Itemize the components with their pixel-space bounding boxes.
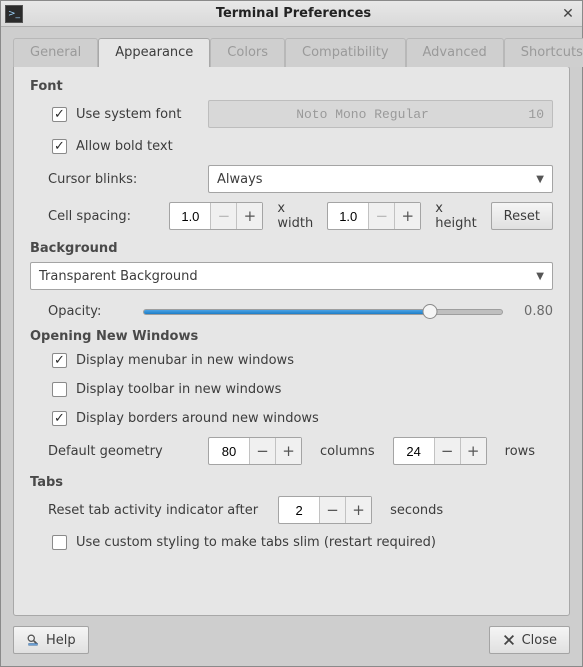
reset-activity-input[interactable] — [279, 497, 319, 523]
background-heading: Background — [30, 241, 553, 256]
reset-label: Reset — [504, 209, 540, 224]
cell-spacing-reset-button[interactable]: Reset — [491, 202, 553, 230]
seconds-label: seconds — [390, 503, 443, 518]
tabs-section: Reset tab activity indicator after − + s… — [30, 496, 553, 553]
display-toolbar-input[interactable] — [52, 382, 67, 397]
tab-label: General — [30, 45, 81, 60]
tabs-heading: Tabs — [30, 475, 553, 490]
preferences-window: >_ Terminal Preferences ✕ General Appear… — [0, 0, 583, 667]
content-area: General Appearance Colors Compatibility … — [1, 27, 582, 616]
display-borders-label: Display borders around new windows — [76, 411, 319, 426]
allow-bold-label: Allow bold text — [76, 139, 173, 154]
tab-advanced[interactable]: Advanced — [406, 38, 504, 67]
window-title: Terminal Preferences — [29, 6, 558, 21]
tab-shortcuts[interactable]: Shortcuts — [504, 38, 583, 67]
tab-label: Advanced — [423, 45, 487, 60]
slim-tabs-input[interactable] — [52, 535, 67, 550]
opacity-slider[interactable] — [143, 309, 503, 315]
tab-appearance[interactable]: Appearance — [98, 38, 210, 67]
tab-label: Colors — [227, 45, 268, 60]
background-mode-value: Transparent Background — [39, 269, 198, 284]
columns-decrement[interactable]: − — [249, 438, 275, 464]
use-system-font-label: Use system font — [76, 107, 181, 122]
display-menubar-checkbox[interactable]: Display menubar in new windows — [48, 350, 294, 371]
cell-height-input[interactable] — [328, 203, 368, 229]
dialog-footer: Help Close — [1, 616, 582, 666]
x-height-label: x height — [435, 201, 476, 231]
rows-input[interactable] — [394, 438, 434, 464]
tab-colors[interactable]: Colors — [210, 38, 285, 67]
opacity-slider-fill — [144, 310, 430, 314]
background-mode-select[interactable]: Transparent Background ▼ — [30, 262, 553, 290]
cell-height-spinner[interactable]: − + — [327, 202, 421, 230]
tab-label: Compatibility — [302, 45, 389, 60]
slim-tabs-checkbox[interactable]: Use custom styling to make tabs slim (re… — [48, 532, 436, 553]
reset-activity-increment[interactable]: + — [345, 497, 371, 523]
cursor-blinks-select[interactable]: Always ▼ — [208, 165, 553, 193]
cursor-blinks-label: Cursor blinks: — [48, 172, 208, 187]
x-width-label: x width — [277, 201, 313, 231]
display-borders-checkbox[interactable]: Display borders around new windows — [48, 408, 319, 429]
tab-strip: General Appearance Colors Compatibility … — [13, 37, 570, 67]
help-label: Help — [46, 633, 76, 648]
tab-label: Shortcuts — [521, 45, 583, 60]
cursor-blinks-value: Always — [217, 172, 263, 187]
allow-bold-checkbox[interactable]: Allow bold text — [48, 136, 173, 157]
cell-spacing-label: Cell spacing: — [48, 209, 163, 224]
font-section: Use system font Noto Mono Regular 10 All… — [30, 100, 553, 231]
cell-height-decrement[interactable]: − — [368, 203, 394, 229]
help-icon — [26, 633, 40, 647]
display-borders-input[interactable] — [52, 411, 67, 426]
close-label: Close — [522, 633, 557, 648]
display-toolbar-label: Display toolbar in new windows — [76, 382, 281, 397]
rows-decrement[interactable]: − — [434, 438, 460, 464]
close-icon — [502, 633, 516, 647]
slim-tabs-label: Use custom styling to make tabs slim (re… — [76, 535, 436, 550]
titlebar: >_ Terminal Preferences ✕ — [1, 1, 582, 27]
close-button[interactable]: Close — [489, 626, 570, 654]
columns-input[interactable] — [209, 438, 249, 464]
display-menubar-input[interactable] — [52, 353, 67, 368]
use-system-font-input[interactable] — [52, 107, 67, 122]
opacity-slider-thumb[interactable] — [423, 304, 438, 319]
chevron-down-icon: ▼ — [536, 174, 544, 185]
cell-width-increment[interactable]: + — [236, 203, 262, 229]
font-size-value: 10 — [508, 107, 544, 122]
new-windows-heading: Opening New Windows — [30, 329, 553, 344]
font-heading: Font — [30, 79, 553, 94]
terminal-app-icon: >_ — [5, 5, 23, 23]
new-windows-section: Display menubar in new windows Display t… — [30, 350, 553, 465]
opacity-value: 0.80 — [513, 304, 553, 319]
cell-width-decrement[interactable]: − — [210, 203, 236, 229]
opacity-label: Opacity: — [48, 304, 143, 319]
allow-bold-input[interactable] — [52, 139, 67, 154]
cell-width-input[interactable] — [170, 203, 210, 229]
window-close-button[interactable]: ✕ — [558, 6, 578, 22]
background-section: Transparent Background ▼ Opacity: 0.80 — [30, 262, 553, 319]
appearance-panel: Font Use system font Noto Mono Regular 1… — [13, 66, 570, 616]
chevron-down-icon: ▼ — [536, 271, 544, 282]
tab-label: Appearance — [115, 45, 193, 60]
display-toolbar-checkbox[interactable]: Display toolbar in new windows — [48, 379, 281, 400]
tab-compatibility[interactable]: Compatibility — [285, 38, 406, 67]
tab-general[interactable]: General — [13, 38, 98, 67]
columns-spinner[interactable]: − + — [208, 437, 302, 465]
columns-increment[interactable]: + — [275, 438, 301, 464]
rows-increment[interactable]: + — [460, 438, 486, 464]
font-name-value: Noto Mono Regular — [217, 107, 508, 122]
cell-height-increment[interactable]: + — [394, 203, 420, 229]
use-system-font-checkbox[interactable]: Use system font — [48, 104, 208, 125]
reset-activity-spinner[interactable]: − + — [278, 496, 372, 524]
default-geometry-label: Default geometry — [48, 444, 188, 459]
rows-label: rows — [505, 444, 535, 459]
display-menubar-label: Display menubar in new windows — [76, 353, 294, 368]
rows-spinner[interactable]: − + — [393, 437, 487, 465]
columns-label: columns — [320, 444, 375, 459]
cell-width-spinner[interactable]: − + — [169, 202, 263, 230]
help-button[interactable]: Help — [13, 626, 89, 654]
reset-activity-decrement[interactable]: − — [319, 497, 345, 523]
font-picker: Noto Mono Regular 10 — [208, 100, 553, 128]
reset-activity-label: Reset tab activity indicator after — [48, 503, 258, 518]
